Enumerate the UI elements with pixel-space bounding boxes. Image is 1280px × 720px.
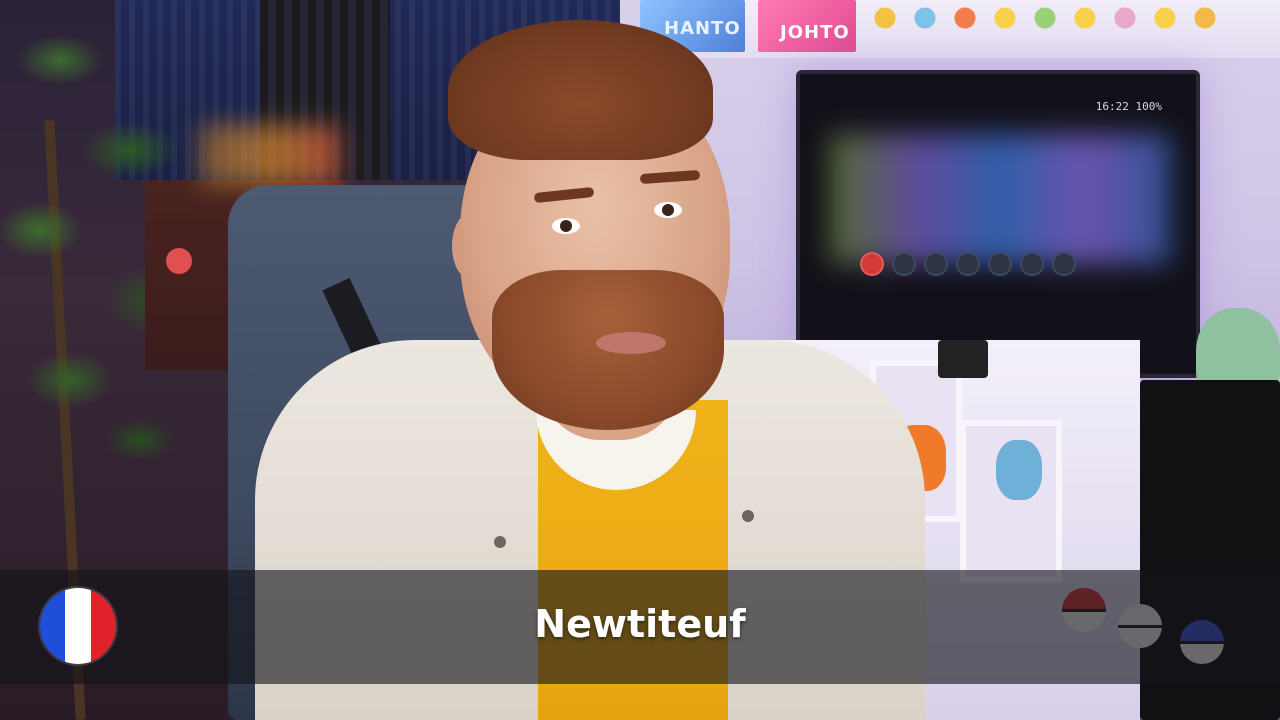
eye: [552, 218, 580, 234]
camera: [938, 340, 988, 378]
tv-menu-icon: [924, 252, 948, 276]
speaker-name-caption: Newtiteuf: [534, 602, 746, 646]
tv-clock-readout: 16:22 100%: [1095, 100, 1162, 113]
tv-menu-icon: [956, 252, 980, 276]
blue-figure: [996, 440, 1042, 500]
red-toy: [166, 248, 192, 274]
eye: [654, 202, 682, 218]
blurred-shelf-items: [200, 125, 340, 185]
tv-menu-icons: [860, 252, 1076, 276]
poster-left-text: HANTO: [664, 18, 741, 39]
mouth: [596, 332, 666, 354]
collectible-figures-shelf: [870, 0, 1230, 36]
television: 16:22 100%: [796, 70, 1200, 378]
jacket-button: [742, 510, 754, 522]
tv-menu-icon: [988, 252, 1012, 276]
poster-right-text: JOHTO: [780, 22, 850, 43]
hair: [448, 20, 713, 160]
tv-menu-icon: [892, 252, 916, 276]
tv-menu-icon: [1020, 252, 1044, 276]
tv-menu-icon: [1052, 252, 1076, 276]
tv-menu-icon: [860, 252, 884, 276]
tv-blurred-game-tiles: [830, 134, 1170, 264]
jacket-button: [494, 536, 506, 548]
video-frame: HANTO JOHTO 16:22 100% Newtiteuf: [0, 0, 1280, 720]
